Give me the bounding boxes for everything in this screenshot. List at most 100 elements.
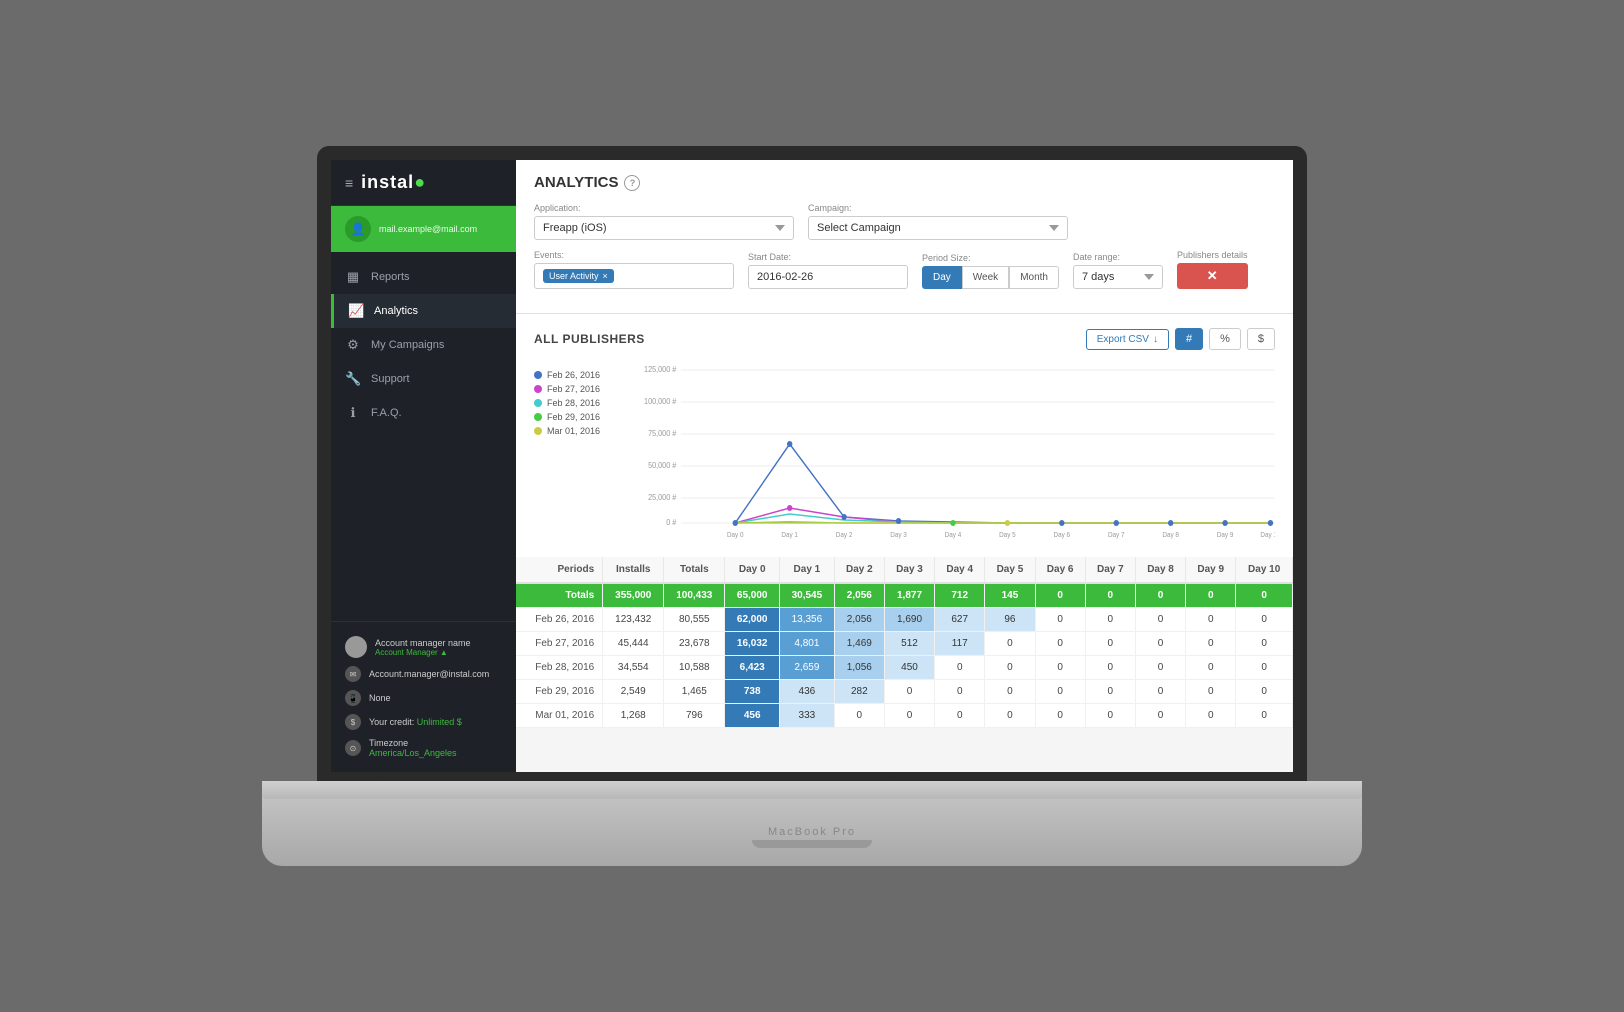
reports-icon: ▦: [345, 269, 361, 285]
laptop-base-top: [262, 781, 1362, 799]
main-content: ANALYTICS ? Application: Freapp (iOS) Ca…: [516, 160, 1293, 772]
row-day7: 0: [1085, 704, 1135, 728]
start-date-label: Start Date:: [748, 252, 908, 262]
sidebar-item-faq[interactable]: ℹ F.A.Q.: [331, 396, 516, 430]
row-day0: 738: [725, 680, 780, 704]
hamburger-icon[interactable]: ≡: [345, 175, 353, 191]
clear-button[interactable]: ✕: [1177, 263, 1248, 289]
period-buttons: Day Week Month: [922, 266, 1059, 289]
col-day6: Day 6: [1035, 557, 1085, 583]
analytics-table: Periods Installs Totals Day 0 Day 1 Day …: [516, 557, 1293, 728]
row-day7: 0: [1085, 656, 1135, 680]
row-totals: 23,678: [664, 632, 725, 656]
row-day2: 1,469: [834, 632, 884, 656]
application-select[interactable]: Freapp (iOS): [534, 216, 794, 240]
help-icon[interactable]: ?: [624, 175, 640, 191]
legend-dot-2: [534, 385, 542, 393]
row-day6: 0: [1035, 656, 1085, 680]
footer-credit: Your credit: Unlimited $: [369, 717, 462, 727]
period-week-btn[interactable]: Week: [962, 266, 1009, 289]
filter-row-1: Application: Freapp (iOS) Campaign: Sele…: [534, 203, 1275, 240]
table-row: Feb 29, 2016 2,549 1,465 738 436 282 0 0…: [516, 680, 1293, 704]
sidebar-item-analytics[interactable]: 📈 Analytics: [331, 294, 516, 328]
svg-text:Day 1: Day 1: [781, 532, 798, 539]
publishers-label: Publishers details: [1177, 250, 1248, 260]
phone-icon: 📱: [345, 690, 361, 706]
footer-email: Account.manager@instal.com: [369, 669, 489, 679]
row-day3: 512: [884, 632, 934, 656]
totals-day3: 1,877: [884, 583, 934, 608]
row-day2: 2,056: [834, 608, 884, 632]
events-input[interactable]: User Activity ×: [534, 263, 734, 289]
row-day6: 0: [1035, 632, 1085, 656]
row-day5: 96: [985, 608, 1035, 632]
legend-item-2: Feb 27, 2016: [534, 384, 624, 394]
row-day9: 0: [1186, 704, 1236, 728]
sidebar-item-reports[interactable]: ▦ Reports: [331, 260, 516, 294]
credit-icon: $: [345, 714, 361, 730]
start-date-input[interactable]: [748, 265, 908, 289]
chart-header: ALL PUBLISHERS Export CSV ↓ # % $: [534, 328, 1275, 350]
period-size-filter: Period Size: Day Week Month: [922, 253, 1059, 289]
row-day3: 0: [884, 680, 934, 704]
row-installs: 45,444: [603, 632, 664, 656]
col-day9: Day 9: [1186, 557, 1236, 583]
sidebar-item-support[interactable]: 🔧 Support: [331, 362, 516, 396]
row-day6: 0: [1035, 680, 1085, 704]
row-day0: 6,423: [725, 656, 780, 680]
user-section[interactable]: 👤 mail.example@mail.com: [331, 206, 516, 252]
svg-text:Day 5: Day 5: [999, 532, 1016, 539]
sidebar-item-analytics-label: Analytics: [374, 305, 418, 317]
svg-text:25,000 #: 25,000 #: [648, 493, 677, 502]
logo: instal●: [361, 172, 426, 193]
export-csv-button[interactable]: Export CSV ↓: [1086, 329, 1169, 350]
logo-dot: ●: [414, 172, 426, 192]
campaign-select[interactable]: Select Campaign: [808, 216, 1068, 240]
account-manager-role: Account Manager ▲: [375, 648, 471, 657]
row-day4: 0: [935, 704, 985, 728]
laptop-base: MacBook Pro: [262, 781, 1362, 866]
row-period: Mar 01, 2016: [516, 704, 603, 728]
legend-dot-1: [534, 371, 542, 379]
table-row: Feb 28, 2016 34,554 10,588 6,423 2,659 1…: [516, 656, 1293, 680]
period-month-btn[interactable]: Month: [1009, 266, 1059, 289]
laptop-screen: ≡ instal● 👤 mail.example@mail.com ▦ Repo…: [317, 146, 1307, 786]
legend-dot-4: [534, 413, 542, 421]
filter-row-2: Events: User Activity × Start Date:: [534, 250, 1275, 289]
legend-dot-5: [534, 427, 542, 435]
row-installs: 123,432: [603, 608, 664, 632]
totals-period: Totals: [516, 583, 603, 608]
totals-installs: 355,000: [603, 583, 664, 608]
period-day-btn[interactable]: Day: [922, 266, 962, 289]
timezone-icon: ⊙: [345, 740, 361, 756]
totals-day2: 2,056: [834, 583, 884, 608]
view-hash-btn[interactable]: #: [1175, 328, 1203, 350]
view-percent-btn[interactable]: %: [1209, 328, 1241, 350]
table-row-totals: Totals 355,000 100,433 65,000 30,545 2,0…: [516, 583, 1293, 608]
faq-icon: ℹ: [345, 405, 361, 421]
table-row: Mar 01, 2016 1,268 796 456 333 0 0 0 0 0: [516, 704, 1293, 728]
svg-text:100,000 #: 100,000 #: [644, 397, 677, 406]
events-filter: Events: User Activity ×: [534, 250, 734, 289]
totals-day8: 0: [1135, 583, 1185, 608]
sidebar-item-campaigns[interactable]: ⚙ My Campaigns: [331, 328, 516, 362]
row-day9: 0: [1186, 680, 1236, 704]
svg-text:50,000 #: 50,000 #: [648, 461, 677, 470]
svg-text:Day 10: Day 10: [1260, 532, 1275, 539]
svg-text:Day 8: Day 8: [1162, 532, 1179, 539]
totals-total: 100,433: [664, 583, 725, 608]
row-day5: 0: [985, 704, 1035, 728]
event-tag-remove[interactable]: ×: [603, 271, 608, 281]
row-day9: 0: [1186, 608, 1236, 632]
row-day1: 333: [780, 704, 835, 728]
row-day6: 0: [1035, 704, 1085, 728]
row-day5: 0: [985, 656, 1035, 680]
row-day1: 436: [780, 680, 835, 704]
view-dollar-btn[interactable]: $: [1247, 328, 1275, 350]
sidebar-item-faq-label: F.A.Q.: [371, 407, 402, 419]
sidebar: ≡ instal● 👤 mail.example@mail.com ▦ Repo…: [331, 160, 516, 772]
event-tag: User Activity ×: [543, 269, 614, 283]
date-range-select[interactable]: 7 days 14 days 30 days: [1073, 265, 1163, 289]
legend-label-3: Feb 28, 2016: [547, 398, 600, 408]
totals-day9: 0: [1186, 583, 1236, 608]
